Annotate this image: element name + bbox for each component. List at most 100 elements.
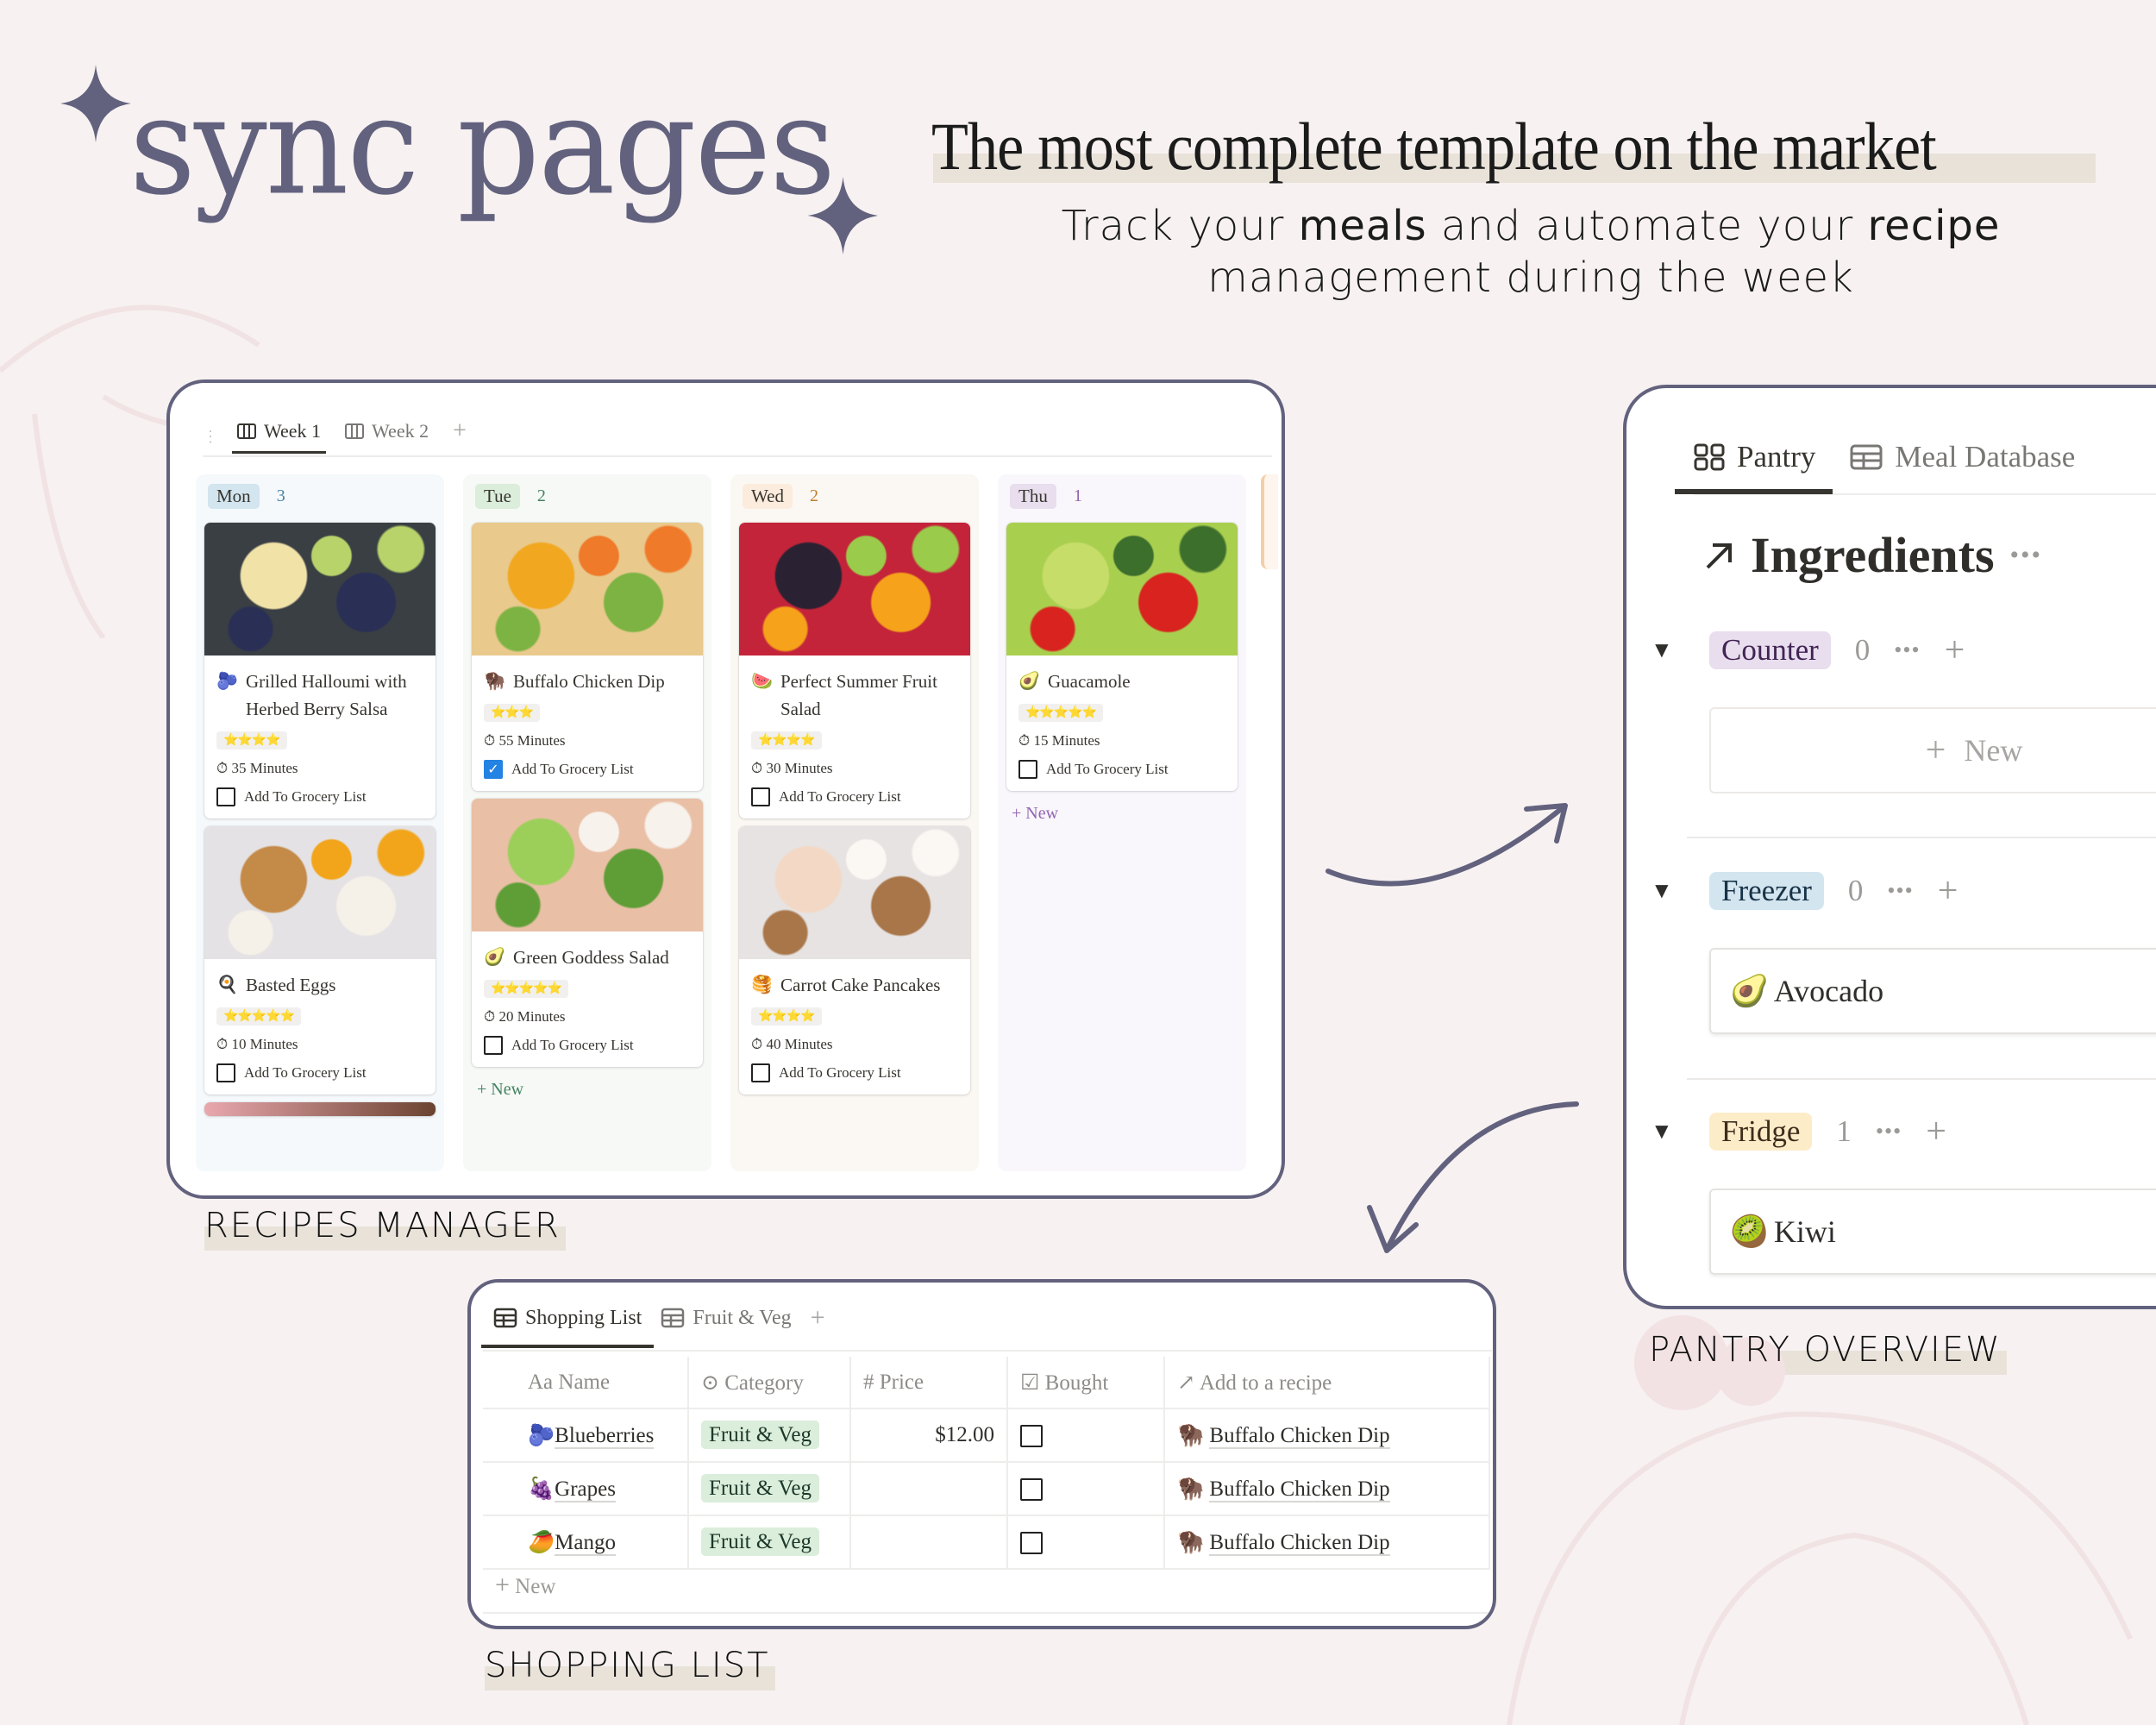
more-options-icon[interactable]: ••• (1894, 637, 1920, 663)
cell-recipe[interactable]: 🦬 Buffalo Chicken Dip (1164, 1462, 1490, 1516)
new-card-button[interactable]: + New (1006, 799, 1238, 829)
pantry-item-card[interactable]: 🥝 Kiwi (1709, 1189, 2156, 1275)
add-view-button[interactable]: + (453, 417, 467, 455)
group-count: 0 (1847, 874, 1864, 907)
cell-price[interactable]: $12.00 (850, 1408, 1008, 1463)
checkbox[interactable] (484, 1036, 503, 1055)
column-header-bought[interactable]: ☑ Bought (1007, 1357, 1165, 1409)
cell-bought[interactable] (1007, 1408, 1165, 1463)
new-card-button[interactable]: + New (472, 1075, 703, 1105)
cell-bought[interactable] (1007, 1515, 1165, 1570)
column-header: Wed 2 (739, 481, 970, 511)
table-row[interactable]: 🥭Mango Fruit & Veg 🦬 Buffalo Chicken Dip (483, 1515, 1490, 1570)
cell-price[interactable] (850, 1515, 1008, 1570)
checkbox[interactable] (216, 787, 235, 806)
add-item-icon[interactable]: + (1938, 870, 1959, 912)
bought-checkbox[interactable] (1020, 1425, 1043, 1448)
cell-category[interactable]: Fruit & Veg (688, 1462, 851, 1516)
add-view-button[interactable]: + (811, 1303, 825, 1350)
recipe-card[interactable]: 🥑 Green Goddess Salad ⭐⭐⭐⭐⭐ ⏱ 20 Minutes … (472, 799, 703, 1067)
cell-name[interactable]: 🥭Mango (483, 1515, 689, 1570)
recipe-title: Green Goddess Salad (513, 947, 669, 968)
stopwatch-icon: ⏱ (751, 760, 763, 776)
checkbox[interactable]: ✓ (484, 760, 503, 779)
pantry-window: Pantry Meal Database Ingredients ••• ▼ C… (1623, 385, 2156, 1309)
column-header-category[interactable]: ⊙ Category (688, 1357, 851, 1409)
checkbox[interactable] (751, 787, 770, 806)
pantry-item-card[interactable]: 🥑 Avocado (1709, 948, 2156, 1034)
recipe-card[interactable]: 🥑 Guacamole ⭐⭐⭐⭐⭐ ⏱ 15 Minutes Add To Gro… (1006, 523, 1238, 791)
avocado-icon: 🥑 (1730, 974, 1769, 1008)
add-to-grocery-checkbox[interactable]: Add To Grocery List (751, 787, 958, 806)
collapse-triangle-icon[interactable]: ▼ (1651, 637, 1685, 663)
board-icon (237, 423, 256, 439)
add-item-icon[interactable]: + (1945, 630, 1965, 671)
recipe-title: Perfect Summer Fruit Salad (780, 671, 937, 719)
group-tag: Fridge (1709, 1113, 1813, 1151)
column-header-add-to-recipe[interactable]: ↗ Add to a recipe (1164, 1357, 1490, 1409)
column-header-name[interactable]: Aa Name (483, 1357, 689, 1409)
table-icon (661, 1308, 685, 1328)
recipe-card[interactable]: 🥞 Carrot Cake Pancakes ⭐⭐⭐⭐ ⏱ 40 Minutes … (739, 826, 970, 1095)
gallery-icon (1694, 443, 1725, 471)
table-row[interactable]: 🫐Blueberries Fruit & Veg $12.00 🦬 Buffal… (483, 1408, 1490, 1463)
recipe-emoji-icon: 🥑 (1018, 672, 1040, 691)
new-row-button[interactable]: + New (495, 1571, 555, 1600)
recipe-emoji-icon: 🍳 (216, 975, 238, 994)
add-to-grocery-checkbox[interactable]: ✓ Add To Grocery List (484, 760, 691, 779)
tab-week-1[interactable]: Week 1 (231, 420, 327, 454)
more-options-icon[interactable]: ••• (1887, 878, 1913, 904)
bought-checkbox[interactable] (1020, 1478, 1043, 1502)
more-options-icon[interactable]: ••• (2010, 541, 2043, 570)
stopwatch-icon: ⏱ (216, 760, 229, 776)
tab-fruit-veg[interactable]: Fruit & Veg (661, 1307, 792, 1347)
add-to-grocery-checkbox[interactable]: Add To Grocery List (1018, 760, 1225, 779)
more-options-icon[interactable]: ••• (1876, 1119, 1902, 1145)
divider (1687, 1078, 2156, 1080)
add-item-icon[interactable]: + (1926, 1111, 1946, 1152)
recipe-card-peek[interactable] (204, 1102, 436, 1116)
tab-meal-database[interactable]: Meal Database (1850, 440, 2075, 493)
category-tag: Fruit & Veg (701, 1527, 819, 1556)
checkbox[interactable] (1018, 760, 1037, 779)
tab-week-2[interactable]: Week 2 (345, 420, 429, 453)
recipe-card[interactable]: 🍉 Perfect Summer Fruit Salad ⭐⭐⭐⭐ ⏱ 30 Mi… (739, 523, 970, 819)
cell-category[interactable]: Fruit & Veg (688, 1408, 851, 1463)
bison-icon: 🦬 (1177, 1477, 1205, 1501)
add-to-grocery-checkbox[interactable]: Add To Grocery List (216, 787, 423, 806)
recipe-card[interactable]: 🍳 Basted Eggs ⭐⭐⭐⭐⭐ ⏱ 10 Minutes Add To G… (204, 826, 436, 1095)
checkbox[interactable] (751, 1063, 770, 1082)
column-header-price[interactable]: # Price (850, 1357, 1008, 1409)
add-to-grocery-checkbox[interactable]: Add To Grocery List (751, 1063, 958, 1082)
column-header: Tue 2 (472, 481, 703, 511)
bought-checkbox[interactable] (1020, 1532, 1043, 1555)
subtitle-line-1: Track your meals and automate your recip… (1061, 202, 2001, 250)
recipe-cover-image (204, 523, 436, 656)
recipe-card[interactable]: 🫐 Grilled Halloumi with Herbed Berry Sals… (204, 523, 436, 819)
cell-name[interactable]: 🍇Grapes (483, 1462, 689, 1516)
cell-recipe[interactable]: 🦬 Buffalo Chicken Dip (1164, 1408, 1490, 1463)
cell-bought[interactable] (1007, 1462, 1165, 1516)
category-tag: Fruit & Veg (701, 1474, 819, 1502)
plus-icon: + (495, 1571, 510, 1599)
recipes-board: Mon 3 🫐 Grilled Halloumi with Herbed Berr… (196, 474, 1246, 1171)
tab-pantry[interactable]: Pantry (1674, 440, 1833, 494)
recipe-link[interactable]: Buffalo Chicken Dip (1209, 1423, 1390, 1449)
checkbox[interactable] (216, 1063, 235, 1082)
cell-price[interactable] (850, 1462, 1008, 1516)
cell-name[interactable]: 🫐Blueberries (483, 1408, 689, 1463)
collapse-triangle-icon[interactable]: ▼ (1651, 878, 1685, 904)
recipe-card[interactable]: 🦬 Buffalo Chicken Dip ⭐⭐⭐ ⏱ 55 Minutes ✓ A… (472, 523, 703, 791)
table-row[interactable]: 🍇Grapes Fruit & Veg 🦬 Buffalo Chicken Di… (483, 1462, 1490, 1516)
cell-category[interactable]: Fruit & Veg (688, 1515, 851, 1570)
drag-handle-icon[interactable]: ⋮ (203, 428, 218, 446)
recipe-link[interactable]: Buffalo Chicken Dip (1209, 1477, 1390, 1502)
collapse-triangle-icon[interactable]: ▼ (1651, 1119, 1685, 1145)
recipe-link[interactable]: Buffalo Chicken Dip (1209, 1530, 1390, 1556)
card-count: 1 (1073, 486, 1082, 505)
new-item-button[interactable]: + New (1709, 707, 2156, 794)
cell-recipe[interactable]: 🦬 Buffalo Chicken Dip (1164, 1515, 1490, 1570)
tab-shopping-list[interactable]: Shopping List (480, 1307, 655, 1348)
add-to-grocery-checkbox[interactable]: Add To Grocery List (484, 1036, 691, 1055)
add-to-grocery-checkbox[interactable]: Add To Grocery List (216, 1063, 423, 1082)
